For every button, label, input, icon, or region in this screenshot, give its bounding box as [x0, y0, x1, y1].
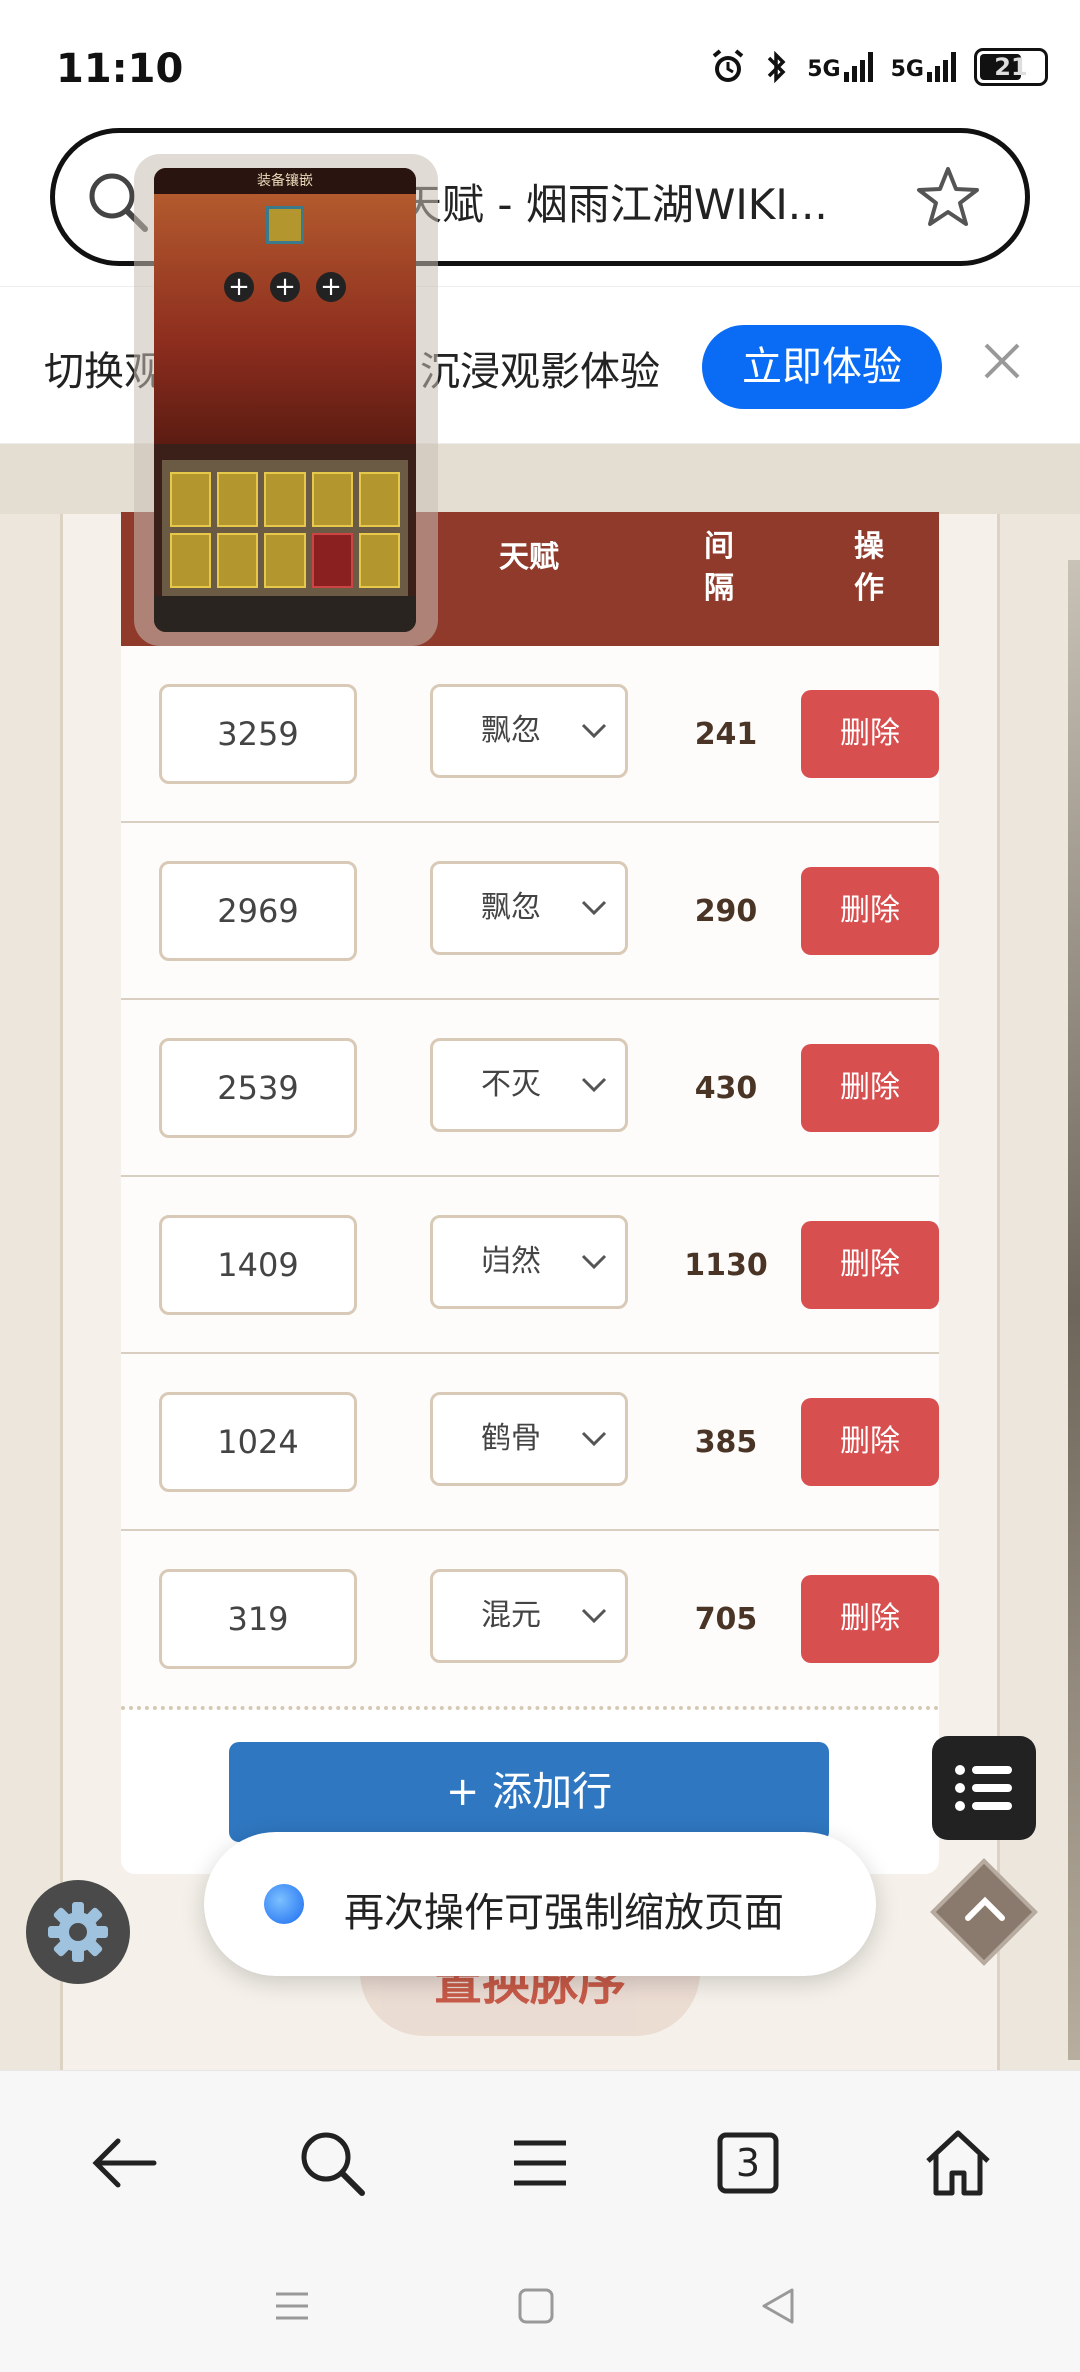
table-row: 3259 飘忽 241 删除: [121, 646, 939, 823]
add-row-button[interactable]: + 添加行: [229, 1742, 829, 1842]
system-nav-bar: [0, 2240, 1080, 2372]
star-icon[interactable]: [913, 163, 983, 233]
list-icon: [955, 1765, 1012, 1811]
chevron-down-icon: [581, 900, 607, 916]
signal-2-icon: 5G: [891, 52, 956, 82]
talent-select-value: 飘忽: [481, 713, 541, 748]
talent-select-value: 不灭: [481, 1067, 541, 1102]
toast-text: 再次操作可强制缩放页面: [344, 1890, 784, 1936]
value-input[interactable]: 1024: [159, 1392, 357, 1492]
battery-level: 21: [994, 53, 1028, 81]
delete-button[interactable]: 删除: [801, 1044, 939, 1132]
value-input[interactable]: 2969: [159, 861, 357, 961]
browser-bottom-nav: 3: [0, 2070, 1080, 2240]
talent-select[interactable]: 混元: [430, 1569, 628, 1663]
try-now-button[interactable]: 立即体验: [702, 325, 942, 409]
interval-value: 385: [694, 1425, 758, 1460]
delete-button[interactable]: 删除: [801, 1398, 939, 1486]
table-divider: [121, 1706, 939, 1710]
floating-game-window[interactable]: 装备镶嵌 + + +: [154, 168, 416, 632]
bluetooth-icon: [768, 50, 786, 84]
talent-select[interactable]: 鹤骨: [430, 1392, 628, 1486]
table-row: 319 混元 705 删除: [121, 1531, 939, 1708]
signal-1-icon: 5G: [807, 52, 873, 82]
table-row: 2969 飘忽 290 删除: [121, 823, 939, 1000]
signal-1-label: 5G: [807, 57, 841, 82]
value-input[interactable]: 319: [159, 1569, 357, 1669]
delete-button[interactable]: 删除: [801, 1221, 939, 1309]
page-title[interactable]: 天赋 - 烟雨江湖WIKI...: [400, 171, 828, 232]
chevron-down-icon: [581, 1608, 607, 1624]
browser-logo-icon: [264, 1884, 304, 1924]
back-arrow-icon[interactable]: [84, 2123, 164, 2203]
search-nav-icon[interactable]: [292, 2123, 372, 2203]
talent-select-value: 飘忽: [481, 890, 541, 925]
thumbnail-inventory: [162, 460, 408, 600]
home-icon[interactable]: [918, 2123, 998, 2203]
chevron-up-icon: [965, 1896, 1005, 1921]
chevron-down-icon: [581, 1077, 607, 1093]
talent-select[interactable]: 飘忽: [430, 684, 628, 778]
value-input[interactable]: 1409: [159, 1215, 357, 1315]
talent-select[interactable]: 不灭: [430, 1038, 628, 1132]
home-system-icon[interactable]: [514, 2284, 558, 2328]
interval-value: 1130: [684, 1248, 768, 1283]
talent-select[interactable]: 飘忽: [430, 861, 628, 955]
delete-button[interactable]: 删除: [801, 867, 939, 955]
talent-select[interactable]: 岿然: [430, 1215, 628, 1309]
delete-button[interactable]: 删除: [801, 690, 939, 778]
side-artwork: [1068, 560, 1080, 2060]
tabs-button[interactable]: 3: [708, 2123, 788, 2203]
status-bar: 11:10 5G 5G 21: [0, 0, 1080, 130]
interval-value: 430: [694, 1071, 758, 1106]
battery-icon: 21: [974, 48, 1048, 86]
delete-button[interactable]: 删除: [801, 1575, 939, 1663]
header-talent: 天赋: [499, 540, 559, 575]
banner-text-right: 沉浸观影体验: [420, 349, 660, 395]
thumbnail-toolbar: [154, 596, 416, 632]
chevron-down-icon: [581, 1254, 607, 1270]
interval-value: 290: [694, 894, 758, 929]
thumbnail-title: 装备镶嵌: [154, 168, 416, 194]
thumbnail-scene: + + +: [154, 194, 416, 444]
table-row: 2539 不灭 430 删除: [121, 1000, 939, 1177]
tab-count: 3: [735, 2141, 761, 2185]
settings-button[interactable]: [26, 1880, 130, 1984]
talent-select-value: 岿然: [481, 1244, 541, 1279]
status-icons: 5G 5G 21: [709, 48, 1048, 86]
interval-value: 241: [694, 717, 758, 752]
interval-value: 705: [694, 1602, 758, 1637]
menu-icon[interactable]: [500, 2123, 580, 2203]
table-row: 1024 鹤骨 385 删除: [121, 1354, 939, 1531]
floating-menu-button[interactable]: [932, 1736, 1036, 1840]
talent-select-value: 鹤骨: [481, 1421, 541, 1456]
recents-icon[interactable]: [270, 2284, 314, 2328]
status-time: 11:10: [56, 46, 184, 92]
back-system-icon[interactable]: [756, 2284, 800, 2328]
alarm-icon: [712, 49, 744, 82]
gear-icon: [48, 1902, 108, 1962]
value-input[interactable]: 2539: [159, 1038, 357, 1138]
header-action: 操作: [854, 529, 884, 606]
zoom-toast: 再次操作可强制缩放页面: [204, 1832, 876, 1976]
signal-2-label: 5G: [890, 57, 924, 82]
value-input[interactable]: 3259: [159, 684, 357, 784]
header-interval: 间隔: [704, 529, 734, 606]
close-icon[interactable]: [980, 339, 1024, 383]
chevron-down-icon: [581, 723, 607, 739]
chevron-down-icon: [581, 1431, 607, 1447]
table-row: 1409 岿然 1130 删除: [121, 1177, 939, 1354]
talent-select-value: 混元: [481, 1598, 541, 1633]
